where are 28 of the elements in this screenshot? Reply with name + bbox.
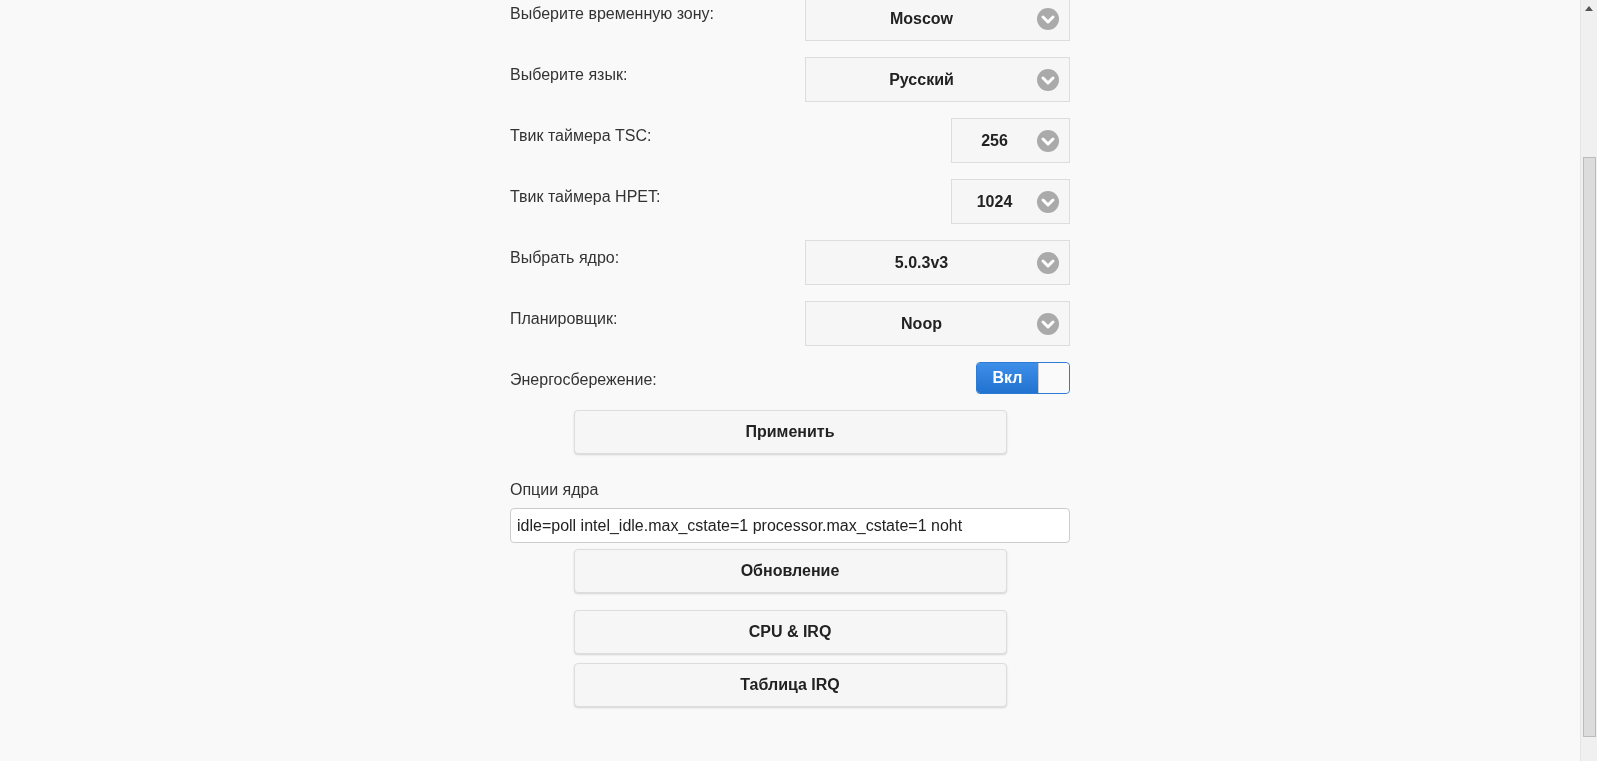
dropdown[interactable]: 5.0.3v3 — [805, 240, 1070, 285]
setting-label: Выбрать ядро: — [510, 248, 620, 267]
scrollbar[interactable] — [1580, 0, 1597, 761]
setting-label: Планировщик: — [510, 309, 618, 328]
toggle-switch[interactable]: Вкл — [976, 362, 1070, 394]
setting-label: Твик таймера HPET: — [510, 187, 661, 206]
chevron-down-icon — [1037, 68, 1059, 91]
chevron-down-icon — [1037, 312, 1059, 335]
arrow-up-icon[interactable] — [1585, 6, 1593, 11]
dropdown[interactable]: Moscow — [805, 0, 1070, 41]
chevron-down-icon — [1037, 190, 1059, 213]
chevron-down-icon — [1037, 129, 1059, 152]
setting-label: Выберите язык: — [510, 65, 628, 84]
field-label: Опции ядра — [510, 481, 600, 499]
input-field[interactable]: idle=poll intel_idle.max_cstate=1 processor.max_cstate=1 noht — [510, 508, 1070, 543]
setting-label: Твик таймера TSC: — [510, 126, 652, 145]
dropdown[interactable]: Русский — [805, 57, 1070, 102]
chevron-down-icon — [1037, 251, 1059, 274]
chevron-down-icon — [1037, 7, 1059, 30]
dropdown[interactable]: 1024 — [951, 179, 1070, 224]
action-button[interactable]: Обновление — [573, 549, 1007, 593]
apply-button[interactable]: Применить — [573, 410, 1007, 454]
setting-label: Энергосбережение: — [510, 370, 657, 389]
dropdown[interactable]: 256 — [951, 118, 1070, 163]
action-button[interactable]: Таблица IRQ — [573, 663, 1007, 707]
setting-label: Выберите временную зону: — [510, 4, 715, 23]
action-button[interactable]: CPU & IRQ — [573, 610, 1007, 654]
dropdown[interactable]: Noop — [805, 301, 1070, 346]
